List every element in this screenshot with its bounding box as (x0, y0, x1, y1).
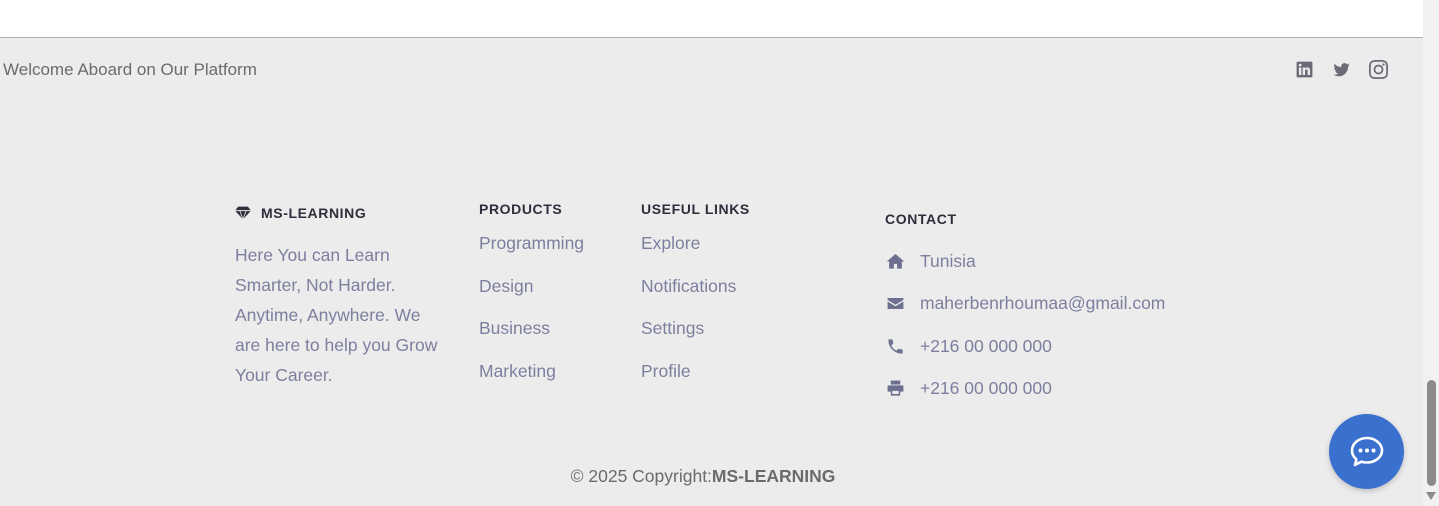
copyright-prefix: © 2025 Copyright: (570, 466, 712, 486)
social-links (1294, 59, 1388, 79)
copyright-brand[interactable]: MS-LEARNING (712, 466, 835, 486)
chat-button[interactable] (1329, 414, 1404, 489)
product-link-business[interactable]: Business (479, 315, 584, 358)
page-top-area (0, 0, 1423, 38)
product-link-design[interactable]: Design (479, 273, 584, 316)
welcome-text: Welcome Aboard on Our Platform (3, 60, 257, 79)
page-scrollbar[interactable] (1423, 0, 1439, 506)
useful-links-column: USEFUL LINKS Explore Notifications Setti… (641, 201, 750, 400)
twitter-icon[interactable] (1331, 59, 1351, 79)
printer-icon (885, 379, 905, 399)
useful-links-title: USEFUL LINKS (641, 201, 750, 217)
gem-icon (235, 206, 251, 220)
home-icon (885, 251, 905, 271)
contact-email: maherbenrhoumaa@gmail.com (885, 283, 1165, 326)
link-profile[interactable]: Profile (641, 358, 750, 401)
link-settings[interactable]: Settings (641, 315, 750, 358)
scroll-down-arrow-icon[interactable] (1426, 492, 1436, 500)
linkedin-icon[interactable] (1294, 59, 1314, 79)
brand-heading: MS-LEARNING (235, 205, 450, 221)
products-column: PRODUCTS Programming Design Business Mar… (479, 201, 584, 400)
link-notifications[interactable]: Notifications (641, 273, 750, 316)
product-link-marketing[interactable]: Marketing (479, 358, 584, 401)
contact-column: CONTACT Tunisia maherbenrhoumaa@gmail.co… (885, 211, 1165, 410)
contact-fax: +216 00 000 000 (885, 368, 1165, 411)
product-link-programming[interactable]: Programming (479, 230, 584, 273)
chat-bubble-icon (1350, 436, 1383, 466)
envelope-icon (885, 294, 905, 314)
contact-phone: +216 00 000 000 (885, 325, 1165, 368)
brand-column: MS-LEARNING Here You can Learn Smarter, … (235, 205, 450, 390)
phone-icon (885, 336, 905, 356)
scrollbar-thumb[interactable] (1427, 380, 1436, 486)
products-title: PRODUCTS (479, 201, 563, 217)
instagram-icon[interactable] (1368, 59, 1388, 79)
contact-location: Tunisia (885, 240, 1165, 283)
brand-name: MS-LEARNING (261, 205, 367, 221)
link-explore[interactable]: Explore (641, 230, 750, 273)
contact-title: CONTACT (885, 211, 957, 227)
copyright: © 2025 Copyright:MS-LEARNING (0, 466, 1406, 487)
brand-description: Here You can Learn Smarter, Not Harder. … (235, 245, 438, 385)
